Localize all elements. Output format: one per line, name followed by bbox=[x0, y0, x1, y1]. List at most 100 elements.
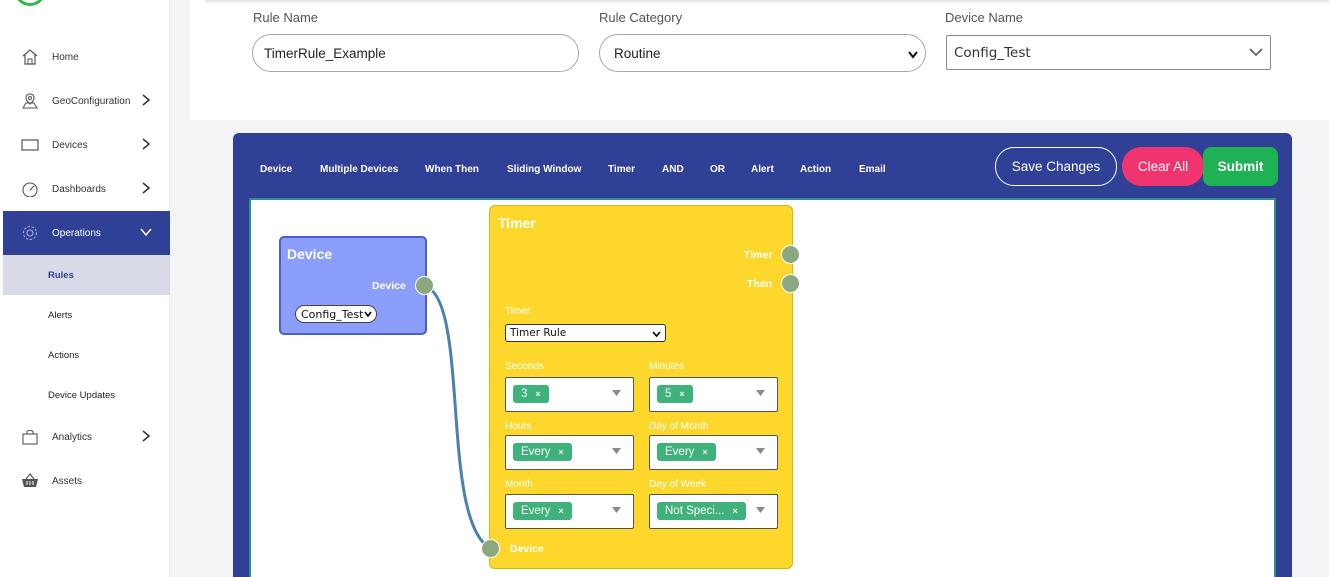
toolbar-timer[interactable]: Timer bbox=[608, 164, 635, 175]
sidebar-item-label: Home bbox=[52, 51, 79, 63]
chevron-right-icon bbox=[142, 430, 151, 442]
device-name-value: Config_Test bbox=[954, 44, 1031, 61]
timer-input-port[interactable] bbox=[481, 539, 500, 558]
sidebar: Home GeoConfiguration Devices Dashboards… bbox=[0, 0, 170, 577]
chevron-down-icon bbox=[652, 331, 661, 338]
toolbar-multiple-devices[interactable]: Multiple Devices bbox=[320, 164, 398, 175]
rule-name-label: Rule Name bbox=[253, 10, 319, 25]
seconds-multiselect[interactable]: 3 × bbox=[505, 377, 634, 412]
remove-chip-icon[interactable]: × bbox=[732, 506, 737, 516]
sidebar-subitem-label: Rules bbox=[48, 269, 74, 281]
sidebar-item-dashboards[interactable]: Dashboards bbox=[3, 167, 170, 211]
monitor-icon bbox=[21, 139, 39, 151]
caret-down-icon bbox=[756, 507, 765, 513]
hours-multiselect[interactable]: Every × bbox=[505, 435, 634, 470]
toolbar-action[interactable]: Action bbox=[800, 164, 831, 175]
day-of-month-chip: Every × bbox=[657, 443, 716, 461]
device-node-select-value: Config_Test bbox=[301, 307, 364, 321]
clear-all-button[interactable]: Clear All bbox=[1122, 147, 1204, 186]
month-label: Month bbox=[505, 479, 533, 490]
sidebar-item-geoconfiguration[interactable]: GeoConfiguration bbox=[3, 79, 170, 123]
rule-name-input[interactable] bbox=[252, 34, 579, 72]
rule-category-label: Rule Category bbox=[599, 10, 683, 25]
chevron-down-icon bbox=[908, 51, 918, 59]
gear-icon bbox=[23, 226, 37, 240]
device-node-select[interactable]: Config_Test bbox=[295, 305, 377, 323]
toolbar-and[interactable]: AND bbox=[662, 164, 684, 175]
logo bbox=[14, 0, 46, 6]
minutes-multiselect[interactable]: 5 × bbox=[649, 377, 778, 412]
day-of-week-label: Day of Week bbox=[649, 479, 707, 490]
gauge-icon bbox=[22, 182, 38, 197]
chip-label: Not Speci... bbox=[665, 505, 725, 517]
chevron-right-icon bbox=[142, 94, 151, 106]
minutes-chip: 5 × bbox=[657, 385, 693, 403]
device-name-select[interactable]: Config_Test bbox=[946, 35, 1271, 70]
device-node-title: Device bbox=[287, 246, 333, 262]
sidebar-item-analytics[interactable]: Analytics bbox=[3, 415, 170, 459]
day-of-month-multiselect[interactable]: Every × bbox=[649, 435, 778, 470]
submit-button[interactable]: Submit bbox=[1203, 147, 1278, 186]
timer-type-select[interactable]: Timer Rule bbox=[505, 324, 666, 342]
chevron-down-icon bbox=[140, 228, 152, 237]
chip-label: Every bbox=[521, 446, 551, 458]
day-of-month-label: Day of Month bbox=[649, 421, 709, 432]
sidebar-item-label: GeoConfiguration bbox=[52, 95, 131, 107]
toolbar-or[interactable]: OR bbox=[710, 164, 725, 175]
remove-chip-icon[interactable]: × bbox=[535, 389, 540, 399]
sidebar-subitem-rules[interactable]: Rules bbox=[3, 255, 170, 295]
chevron-down-icon bbox=[1249, 48, 1263, 57]
toolbar-sliding-window[interactable]: Sliding Window bbox=[507, 164, 581, 175]
caret-down-icon bbox=[756, 390, 765, 396]
shopping-bag-icon bbox=[22, 429, 38, 445]
timer-type-value: Timer Rule bbox=[510, 327, 567, 339]
remove-chip-icon[interactable]: × bbox=[679, 389, 684, 399]
sidebar-subitem-label: Alerts bbox=[48, 309, 73, 321]
device-output-port[interactable] bbox=[415, 276, 434, 295]
caret-down-icon bbox=[612, 390, 621, 396]
sidebar-subitem-alerts[interactable]: Alerts bbox=[3, 295, 170, 335]
toolbar-when-then[interactable]: When Then bbox=[425, 164, 479, 175]
sidebar-item-operations[interactable]: Operations bbox=[3, 211, 170, 255]
hours-chip: Every × bbox=[513, 443, 572, 461]
timer-output-label: Timer bbox=[744, 249, 773, 261]
chevron-right-icon bbox=[142, 138, 151, 150]
sidebar-subitem-label: Device Updates bbox=[48, 389, 116, 401]
toolbar-alert[interactable]: Alert bbox=[751, 164, 774, 175]
timer-input-label: Device bbox=[510, 543, 544, 555]
chip-label: 3 bbox=[521, 388, 528, 400]
caret-down-icon bbox=[756, 448, 765, 454]
toolbar-device[interactable]: Device bbox=[260, 164, 292, 175]
remove-chip-icon[interactable]: × bbox=[702, 447, 707, 457]
rule-category-select[interactable]: Routine bbox=[599, 34, 926, 72]
remove-chip-icon[interactable]: × bbox=[558, 447, 563, 457]
then-output-label: Then bbox=[747, 278, 773, 290]
sidebar-item-label: Dashboards bbox=[52, 183, 106, 195]
device-name-label: Device Name bbox=[945, 10, 1024, 25]
sidebar-item-label: Devices bbox=[52, 139, 88, 151]
device-output-label: Device bbox=[372, 280, 406, 292]
map-pin-icon bbox=[22, 93, 38, 109]
month-multiselect[interactable]: Every × bbox=[505, 494, 634, 529]
seconds-label: Seconds bbox=[505, 361, 544, 372]
hours-label: Hours bbox=[505, 421, 532, 432]
remove-chip-icon[interactable]: × bbox=[558, 506, 563, 516]
sidebar-item-label: Operations bbox=[52, 227, 101, 239]
seconds-chip: 3 × bbox=[513, 385, 549, 403]
day-of-week-multiselect[interactable]: Not Speci... × bbox=[649, 494, 778, 529]
sidebar-item-devices[interactable]: Devices bbox=[3, 123, 170, 167]
timer-node-title: Timer bbox=[498, 215, 536, 231]
toolbar-email[interactable]: Email bbox=[859, 164, 886, 175]
timer-output-port[interactable] bbox=[781, 245, 800, 264]
sidebar-item-home[interactable]: Home bbox=[3, 35, 170, 79]
then-output-port[interactable] bbox=[781, 274, 800, 293]
sidebar-item-assets[interactable]: Assets bbox=[3, 459, 170, 503]
basket-icon bbox=[22, 473, 38, 487]
save-changes-button[interactable]: Save Changes bbox=[995, 147, 1117, 186]
rule-category-value: Routine bbox=[614, 45, 661, 61]
sidebar-subitem-actions[interactable]: Actions bbox=[3, 335, 170, 375]
sidebar-subitem-device-updates[interactable]: Device Updates bbox=[3, 375, 170, 415]
day-of-week-chip: Not Speci... × bbox=[657, 502, 746, 520]
chevron-down-icon bbox=[364, 311, 372, 318]
sidebar-item-label: Assets bbox=[52, 475, 83, 487]
